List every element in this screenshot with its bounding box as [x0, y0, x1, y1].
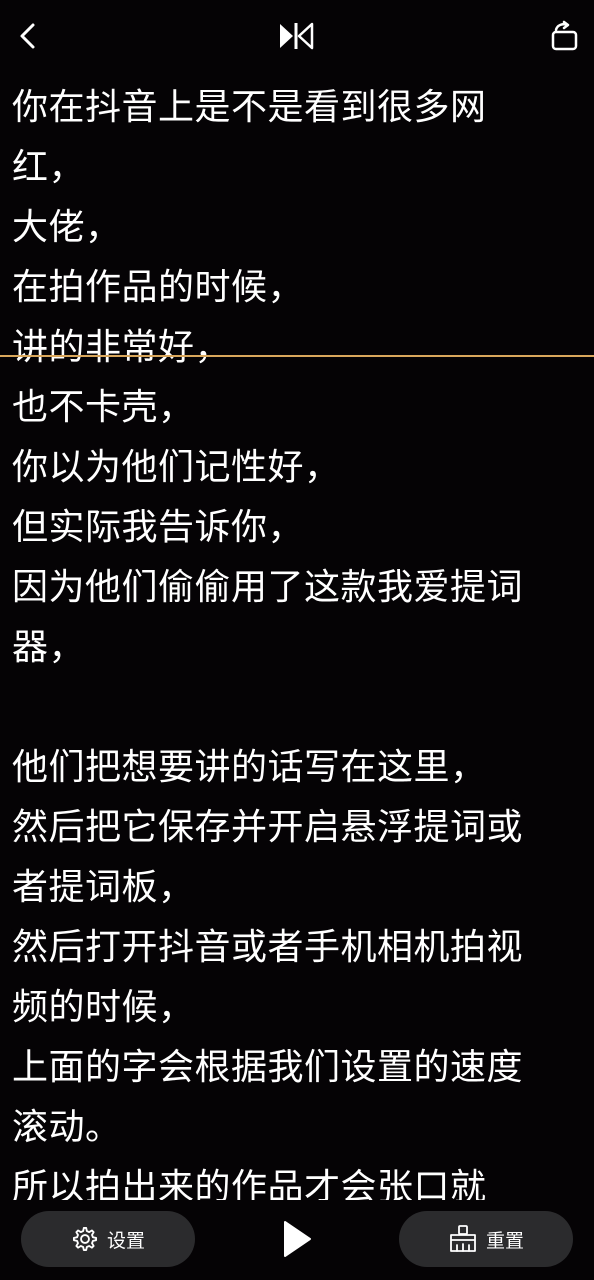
script-line: 因为他们偷偷用了这款我爱提词	[12, 567, 524, 608]
rotate-screen-button[interactable]	[542, 14, 586, 58]
script-line: 但实际我告诉你，	[12, 507, 305, 548]
bottom-controls: 设置 重置	[0, 1200, 594, 1280]
script-line: 上面的字会根据我们设置的速度	[12, 1047, 524, 1088]
script-line: 器，	[12, 627, 86, 668]
rotate-screen-icon	[551, 20, 578, 51]
play-button[interactable]	[270, 1216, 324, 1262]
mirror-flip-button[interactable]	[274, 14, 318, 58]
script-line: 他们把想要讲的话写在这里，	[12, 747, 487, 788]
script-line: 然后打开抖音或者手机相机拍视	[12, 927, 524, 968]
script-line: 你以为他们记性好，	[12, 447, 341, 488]
mirror-flip-icon	[280, 22, 314, 50]
script-line: 也不卡壳，	[12, 387, 195, 428]
back-button[interactable]	[6, 14, 50, 58]
script-line: 者提词板，	[12, 867, 195, 908]
teleprompter-script[interactable]: 你在抖音上是不是看到很多网 红， 大佬， 在拍作品的时候， 讲的非常好， 也不卡…	[12, 78, 584, 1200]
script-line: 频的时候，	[12, 987, 195, 1028]
play-icon	[284, 1221, 311, 1257]
script-line: 滚动。	[12, 1107, 122, 1148]
top-toolbar	[0, 0, 594, 76]
script-line: 在拍作品的时候，	[12, 267, 305, 308]
settings-button[interactable]: 设置	[21, 1211, 195, 1267]
script-line: 红，	[12, 147, 86, 188]
gear-icon	[72, 1226, 98, 1252]
script-line: 大佬，	[12, 207, 122, 248]
script-line: 所以拍出来的作品才会张口就	[12, 1167, 487, 1200]
chevron-left-icon	[20, 23, 35, 49]
settings-label: 设置	[106, 1229, 145, 1252]
reading-guide-line	[0, 355, 594, 357]
script-line: 然后把它保存并开启悬浮提词或	[12, 807, 524, 848]
script-line: 你在抖音上是不是看到很多网	[12, 87, 487, 128]
script-line: 讲的非常好，	[12, 327, 232, 368]
reset-icon	[450, 1225, 476, 1252]
reset-label: 重置	[485, 1229, 524, 1252]
reset-button[interactable]: 重置	[399, 1211, 573, 1267]
script-line-blank	[12, 678, 584, 738]
